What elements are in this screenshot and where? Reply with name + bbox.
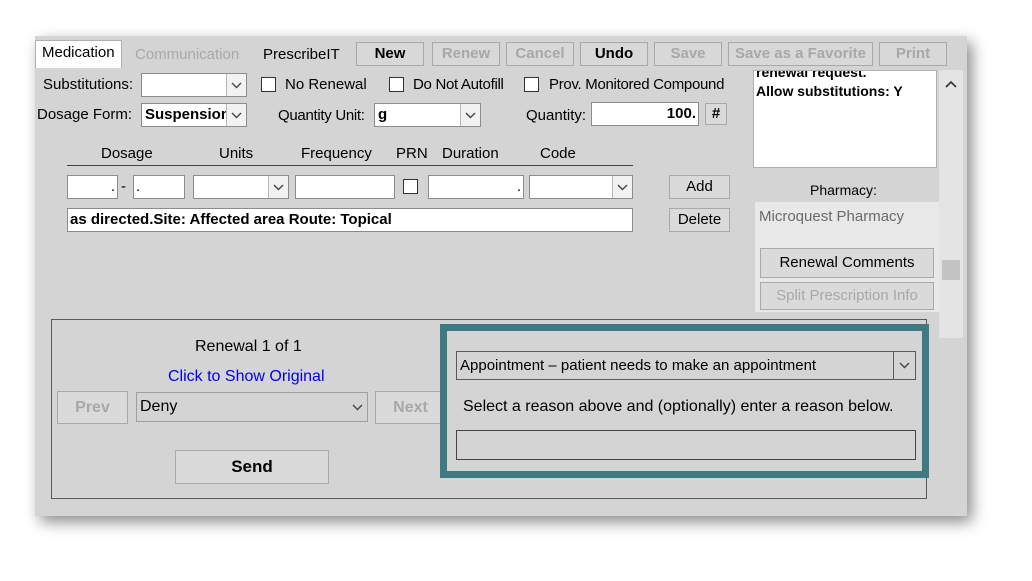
cancel-button[interactable]: Cancel <box>506 42 574 66</box>
dosage-form-label: Dosage Form: <box>37 106 133 123</box>
save-button[interactable]: Save <box>654 42 722 66</box>
grid-header-divider <box>67 165 633 166</box>
split-prescription-info-button[interactable]: Split Prescription Info <box>760 282 934 310</box>
quantity-unit-value: g <box>378 106 388 123</box>
notes-box: renewal request. Allow substitutions: Y <box>753 70 937 168</box>
deny-reason-text-input[interactable] <box>456 430 916 460</box>
new-button[interactable]: New <box>356 42 424 66</box>
chevron-down-icon <box>226 74 246 96</box>
prn-checkbox[interactable] <box>403 179 418 194</box>
undo-button[interactable]: Undo <box>580 42 648 66</box>
send-button[interactable]: Send <box>175 450 329 484</box>
substitutions-select[interactable] <box>141 73 247 97</box>
vertical-scrollbar[interactable] <box>939 70 963 338</box>
code-select[interactable] <box>529 175 633 199</box>
renewal-decision-select[interactable]: Deny <box>136 392 368 422</box>
scroll-up-icon[interactable] <box>945 80 957 88</box>
prescription-window: Medication Communication PrescribeIT New… <box>35 36 967 516</box>
add-button[interactable]: Add <box>669 175 730 199</box>
quantity-unit-select[interactable]: g <box>374 103 481 127</box>
save-as-favorite-button[interactable]: Save as a Favorite <box>728 42 873 66</box>
no-renewal-checkbox[interactable] <box>261 77 276 92</box>
prov-monitored-checkbox[interactable] <box>524 77 539 92</box>
units-header: Units <box>219 145 254 162</box>
chevron-down-icon <box>460 104 480 126</box>
instructions-input[interactable]: as directed.Site: Affected area Route: T… <box>67 208 633 232</box>
dosage-to-input[interactable]: . <box>133 175 185 199</box>
scrollbar-thumb[interactable] <box>942 260 960 280</box>
quantity-unit-label: Quantity Unit: <box>278 107 365 124</box>
show-original-link[interactable]: Click to Show Original <box>168 368 325 386</box>
substitutions-label: Substitutions: <box>43 76 134 93</box>
deny-reason-instruction: Select a reason above and (optionally) e… <box>463 398 894 415</box>
prov-monitored-label: Prov. Monitored Compound <box>549 76 725 93</box>
delete-button[interactable]: Delete <box>669 208 730 232</box>
duration-header: Duration <box>442 145 499 162</box>
renewal-counter: Renewal 1 of 1 <box>195 338 302 355</box>
quantity-label: Quantity: <box>526 107 587 124</box>
chevron-down-icon <box>612 176 632 198</box>
dosage-from-input[interactable]: . <box>67 175 118 199</box>
prev-button[interactable]: Prev <box>57 391 128 424</box>
deny-reason-value: Appointment – patient needs to make an a… <box>460 357 817 374</box>
tab-communication[interactable]: Communication <box>135 46 239 64</box>
next-button[interactable]: Next <box>375 391 446 424</box>
dosage-header: Dosage <box>101 145 153 162</box>
code-header: Code <box>540 145 576 162</box>
duration-input[interactable]: . <box>428 175 524 199</box>
chevron-down-icon <box>347 393 367 421</box>
pharmacy-name: Microquest Pharmacy <box>759 208 905 225</box>
prn-header: PRN <box>396 145 428 162</box>
notes-line-2: Allow substitutions: Y <box>756 83 903 99</box>
chevron-down-icon <box>893 352 915 379</box>
deny-reason-select[interactable]: Appointment – patient needs to make an a… <box>456 351 916 380</box>
no-renewal-label: No Renewal <box>285 76 367 93</box>
renewal-comments-button[interactable]: Renewal Comments <box>760 248 934 278</box>
units-select[interactable] <box>193 175 289 199</box>
dosage-form-select[interactable]: Suspension <box>141 103 247 127</box>
tab-prescribeit[interactable]: PrescribeIT <box>263 46 340 64</box>
renewal-decision-value: Deny <box>140 398 178 415</box>
tab-medication[interactable]: Medication <box>35 40 122 68</box>
chevron-down-icon <box>268 176 288 198</box>
pharmacy-panel: Microquest Pharmacy Renewal Comments Spl… <box>755 202 939 312</box>
do-not-autofill-checkbox[interactable] <box>389 77 404 92</box>
frequency-input[interactable] <box>295 175 395 199</box>
dosage-range-separator: - <box>121 178 126 195</box>
chevron-down-icon <box>226 104 246 126</box>
print-button[interactable]: Print <box>879 42 947 66</box>
dosage-form-value: Suspension <box>145 106 231 123</box>
notes-line-1: renewal request. <box>756 70 867 80</box>
pharmacy-label: Pharmacy: <box>810 182 877 198</box>
quantity-input[interactable]: 100. <box>591 102 699 126</box>
quantity-hash-button[interactable]: # <box>705 103 727 125</box>
frequency-header: Frequency <box>301 145 372 162</box>
do-not-autofill-label: Do Not Autofill <box>413 76 504 93</box>
renew-button[interactable]: Renew <box>432 42 500 66</box>
